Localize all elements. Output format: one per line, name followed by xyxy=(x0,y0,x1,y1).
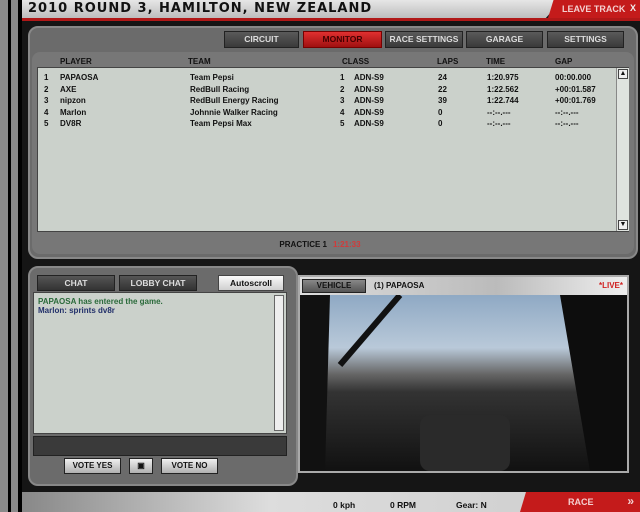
cell-team: RedBull Energy Racing xyxy=(190,96,279,105)
tab-settings[interactable]: SETTINGS xyxy=(547,31,624,48)
cell-player: DV8R xyxy=(60,119,82,128)
close-icon[interactable]: X xyxy=(630,3,636,13)
vote-no-button[interactable]: VOTE NO xyxy=(161,458,218,474)
cell-laps: 39 xyxy=(438,96,447,105)
cell-pos: 5 xyxy=(44,119,49,128)
cell-cpos: 2 xyxy=(340,84,345,94)
cell-class: ADN-S9 xyxy=(354,73,384,82)
cell-class: ADN-S9 xyxy=(354,107,384,117)
live-camera-view: VEHICLE (1) PAPAOSA *LIVE* xyxy=(298,275,629,473)
cell-class: ADN-S9 xyxy=(354,119,384,128)
cell-class: ADN-S9 xyxy=(354,96,384,105)
cell-laps: 0 xyxy=(438,119,443,128)
cell-cpos: 3 xyxy=(340,96,345,105)
chat-message: Marlon: sprints dv8r xyxy=(38,306,115,315)
cell-player: AXE xyxy=(60,84,77,94)
cockpit-image xyxy=(300,293,627,471)
cell-laps: 22 xyxy=(438,84,447,94)
cell-gap: --:--.--- xyxy=(555,119,579,128)
divider xyxy=(22,18,640,21)
col-team[interactable]: TEAM xyxy=(188,57,211,66)
cockpit-frame-icon xyxy=(300,293,627,471)
standings-scrollbar[interactable]: ▲ ▼ xyxy=(616,68,629,231)
table-row[interactable]: 3 nipzon RedBull Energy Racing 3 ADN-S9 39 1:2… xyxy=(38,96,616,107)
gear-readout: Gear: N xyxy=(456,500,487,510)
chevron-right-icon: » xyxy=(627,494,634,508)
tab-lobby-chat[interactable]: LOBBY CHAT xyxy=(119,275,197,291)
standings-table: 1 PAPAOSA Team Pepsi 1 ADN-S9 24 1:20.975 00:00… xyxy=(37,67,629,232)
cell-team: Team Pepsi Max xyxy=(190,119,252,128)
chat-log: PAPAOSA has entered the game. Marlon: sp… xyxy=(33,292,287,434)
monitor-icon[interactable]: ▣ xyxy=(129,458,153,474)
col-class[interactable]: CLASS xyxy=(342,57,369,66)
cell-gap: +00:01.769 xyxy=(555,96,596,105)
vote-yes-button[interactable]: VOTE YES xyxy=(64,458,121,474)
cell-pos: 4 xyxy=(44,107,49,117)
cell-time: 1:22.744 xyxy=(487,96,519,105)
col-laps[interactable]: LAPS xyxy=(437,57,458,66)
chat-scrollbar[interactable] xyxy=(274,295,284,431)
cell-pos: 1 xyxy=(44,73,49,82)
cell-team: Johnnie Walker Racing xyxy=(190,107,278,117)
tab-race-settings[interactable]: RACE SETTINGS xyxy=(385,31,463,48)
session-info: PRACTICE 1 1:21:33 xyxy=(0,240,640,249)
session-timer: 1:21:33 xyxy=(332,240,361,249)
tab-garage[interactable]: GARAGE xyxy=(466,31,543,48)
col-time[interactable]: TIME xyxy=(486,57,505,66)
cell-player: nipzon xyxy=(60,96,86,105)
table-row[interactable]: 2 AXE RedBull Racing 2 ADN-S9 22 1:22.562 +00:0… xyxy=(38,85,616,96)
rpm-readout: 0 RPM xyxy=(390,500,416,510)
cell-gap: 00:00.000 xyxy=(555,73,592,82)
tab-monitor[interactable]: MONITOR xyxy=(303,31,382,48)
cell-laps: 24 xyxy=(438,73,447,82)
cell-cpos: 4 xyxy=(340,107,345,117)
leave-track-label: LEAVE TRACK xyxy=(562,4,626,14)
autoscroll-toggle[interactable]: Autoscroll xyxy=(218,275,284,291)
camera-driver: (1) PAPAOSA xyxy=(374,281,425,290)
chat-input[interactable] xyxy=(33,436,287,456)
live-badge: *LIVE* xyxy=(598,281,623,290)
cell-pos: 3 xyxy=(44,96,49,105)
cell-cpos: 5 xyxy=(340,119,345,128)
cell-cpos: 1 xyxy=(340,73,345,82)
page-title: 2010 ROUND 3, HAMILTON, NEW ZEALAND xyxy=(28,1,373,16)
session-label: PRACTICE 1 xyxy=(279,240,327,249)
left-strip xyxy=(0,0,22,512)
scroll-down-icon[interactable]: ▼ xyxy=(618,220,628,230)
table-row[interactable]: 1 PAPAOSA Team Pepsi 1 ADN-S9 24 1:20.975 00:00… xyxy=(38,73,616,84)
cell-time: 1:20.975 xyxy=(487,73,519,82)
leave-track-button[interactable]: LEAVE TRACK X xyxy=(548,0,640,18)
race-label: RACE xyxy=(568,497,594,507)
cell-time: --:--.--- xyxy=(487,119,511,128)
cell-team: Team Pepsi xyxy=(190,73,234,82)
cell-time: 1:22.562 xyxy=(487,84,519,94)
race-button[interactable]: RACE » xyxy=(520,492,640,512)
cell-player: PAPAOSA xyxy=(60,73,99,82)
tab-circuit[interactable]: CIRCUIT xyxy=(224,31,299,48)
vehicle-button[interactable]: VEHICLE xyxy=(302,279,366,293)
cell-team: RedBull Racing xyxy=(190,84,250,94)
col-player[interactable]: PLAYER xyxy=(60,57,92,66)
tab-chat[interactable]: CHAT xyxy=(37,275,115,291)
col-gap[interactable]: GAP xyxy=(555,57,572,66)
cell-gap: --:--.--- xyxy=(555,107,579,117)
cell-pos: 2 xyxy=(44,84,49,94)
cell-laps: 0 xyxy=(438,107,443,117)
speed-readout: 0 kph xyxy=(333,500,356,510)
cell-time: --:--.--- xyxy=(487,107,511,117)
chat-message: PAPAOSA has entered the game. xyxy=(38,297,163,306)
cell-class: ADN-S9 xyxy=(354,84,384,94)
cell-gap: +00:01.587 xyxy=(555,84,596,94)
cell-player: Marlon xyxy=(60,107,87,117)
scroll-up-icon[interactable]: ▲ xyxy=(618,69,628,79)
table-row[interactable]: 4 Marlon Johnnie Walker Racing 4 ADN-S9 0 --:-… xyxy=(38,108,616,119)
video-header: VEHICLE (1) PAPAOSA *LIVE* xyxy=(300,277,627,295)
table-row[interactable]: 5 DV8R Team Pepsi Max 5 ADN-S9 0 --:--.--- --:-… xyxy=(38,119,616,130)
